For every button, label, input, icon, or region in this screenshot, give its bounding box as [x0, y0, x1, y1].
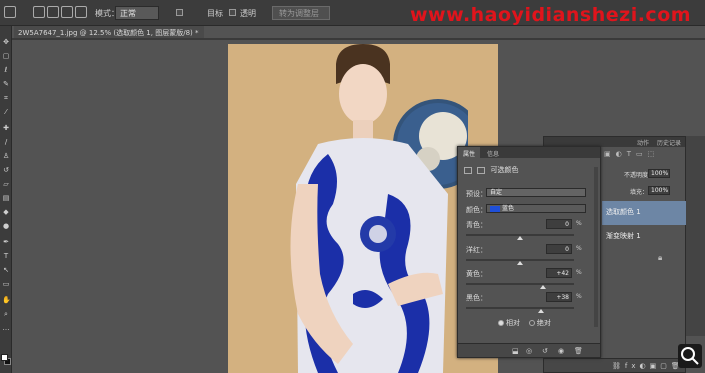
path-select-tool-icon[interactable]: ↖	[2, 266, 10, 274]
slider-unit: %	[576, 245, 582, 252]
right-dock-strip	[686, 136, 705, 336]
transparent-checkbox[interactable]	[229, 9, 236, 16]
slider-value-input[interactable]: +38	[546, 292, 572, 302]
slider-track[interactable]	[466, 307, 574, 309]
preset-select[interactable]: 自定	[486, 188, 586, 197]
layers-footer-icons[interactable]: ⛓fx◐▣▢🗑︎	[544, 358, 685, 372]
tool-preset-icon[interactable]	[4, 6, 16, 18]
stamp-tool-icon[interactable]: ♙	[2, 152, 10, 160]
slider-thumb[interactable]	[539, 285, 546, 289]
visibility-icon[interactable]: ◉	[558, 347, 564, 355]
slider-name: 洋红：	[466, 246, 487, 254]
options-bar: 模式： 正常 目标 透明 转为调整层 www.haoyidianshezi.co…	[0, 0, 705, 26]
absolute-label: 绝对	[536, 319, 551, 327]
properties-footer: ⬓ ◎ ↺ ◉ 🗑︎	[458, 343, 600, 357]
slider-name: 青色：	[466, 221, 487, 229]
type-tool-icon[interactable]: T	[2, 252, 10, 260]
pen-tool-icon[interactable]: ✒	[2, 238, 10, 246]
lock-icon: 🔒︎	[658, 253, 663, 262]
healing-tool-icon[interactable]: ✚	[2, 124, 10, 132]
tab-info[interactable]: 信息	[482, 147, 504, 160]
blue-swatch-icon	[490, 205, 500, 212]
history-brush-tool-icon[interactable]: ↺	[2, 166, 10, 174]
view-previous-icon[interactable]: ◎	[526, 347, 532, 355]
transparent-label: 透明	[240, 9, 256, 18]
slider-thumb[interactable]	[537, 309, 544, 313]
layer-filter-icons[interactable]: ▣◐T▭⬚	[604, 150, 659, 158]
zoom-tool-icon[interactable]: ⌕	[2, 310, 10, 318]
hand-tool-icon[interactable]: ✋	[2, 296, 11, 304]
relative-label: 相对	[506, 319, 520, 327]
fill-input[interactable]: 100%	[648, 186, 670, 195]
woman-in-qipao-image	[290, 44, 468, 373]
layer-item-gradient-map[interactable]: 渐变映射 1	[602, 225, 686, 249]
crop-tool-icon[interactable]: ⌗	[2, 94, 10, 102]
target-checkbox[interactable]	[176, 9, 183, 16]
eraser-tool-icon[interactable]: ▱	[2, 180, 10, 188]
convert-adjustment-button[interactable]: 转为调整层	[272, 6, 330, 20]
opacity-input[interactable]: 100%	[648, 169, 670, 178]
slider-thumb[interactable]	[517, 261, 523, 265]
subtract-selection-icon[interactable]	[61, 6, 73, 18]
move-tool-icon[interactable]: ✥	[2, 38, 10, 46]
dodge-tool-icon[interactable]: ●	[2, 222, 10, 230]
slider-value-input[interactable]: 0	[546, 219, 572, 229]
absolute-radio[interactable]	[528, 320, 535, 326]
intersect-selection-icon[interactable]	[75, 6, 87, 18]
slider-unit: %	[576, 269, 582, 276]
tab-history[interactable]: 历史记录	[657, 140, 681, 147]
slider-track[interactable]	[466, 283, 574, 285]
mode-select[interactable]: 正常	[115, 6, 159, 20]
adjustment-title: 可选颜色	[490, 166, 519, 174]
fill-label: 填充：	[630, 189, 649, 196]
mask-icon[interactable]	[477, 166, 486, 174]
brush-tool-icon[interactable]: /	[2, 138, 10, 146]
layer-item-label: 选取颜色 1	[606, 208, 641, 216]
gradient-tool-icon[interactable]: ▤	[2, 194, 10, 202]
tab-actions[interactable]: 动作	[637, 140, 649, 147]
quick-select-tool-icon[interactable]: ✎	[2, 80, 10, 88]
colors-value: 蓝色	[502, 205, 515, 212]
slider-value-input[interactable]: 0	[546, 244, 572, 254]
relative-radio[interactable]	[498, 320, 504, 326]
slider-thumb[interactable]	[517, 236, 523, 240]
tab-properties[interactable]: 属性	[458, 147, 481, 160]
lasso-tool-icon[interactable]: ℓ	[2, 66, 10, 74]
slider-unit: %	[576, 293, 582, 300]
properties-panel: 属性 信息 可选颜色 预设： 自定 颜色： 蓝色 青色： 0 % 洋红： 0 %	[457, 146, 601, 358]
slider-unit: %	[576, 220, 582, 227]
target-label: 目标	[207, 9, 223, 18]
properties-scrollbar[interactable]	[594, 167, 598, 327]
marquee-tool-icon[interactable]: ▢	[2, 52, 10, 60]
shape-tool-icon[interactable]: ▭	[2, 280, 10, 288]
layer-item-selective-color[interactable]: 选取颜色 1	[602, 201, 686, 225]
properties-header: 可选颜色	[464, 165, 518, 175]
watermark-text: www.haoyidianshezi.com	[410, 4, 692, 26]
foreground-color-swatch[interactable]	[1, 354, 8, 361]
clip-to-layer-icon[interactable]: ⬓	[512, 347, 519, 355]
blur-tool-icon[interactable]: ◆	[2, 208, 10, 216]
adjustment-icon	[464, 166, 472, 174]
preset-label: 预设：	[466, 190, 487, 198]
new-selection-icon[interactable]	[33, 6, 45, 18]
method-radio-group: 相对 绝对	[498, 318, 551, 328]
tools-panel: ✥ ▢ ℓ ✎ ⌗ ⁄ ✚ / ♙ ↺ ▱ ▤ ◆ ● ✒ T ↖ ▭ ✋ ⌕ …	[0, 26, 12, 373]
zoom-overlay-icon[interactable]	[678, 344, 702, 368]
delete-icon[interactable]: 🗑︎	[574, 347, 583, 355]
eyedropper-tool-icon[interactable]: ⁄	[2, 108, 10, 116]
colors-select[interactable]: 蓝色	[486, 204, 586, 213]
properties-panel-tabs: 属性 信息	[458, 147, 600, 160]
more-tools-icon[interactable]: …	[2, 324, 10, 332]
slider-black: 黑色： +38 %	[466, 292, 582, 321]
slider-name: 黄色：	[466, 270, 487, 278]
slider-name: 黑色：	[466, 294, 487, 302]
colors-label: 颜色：	[466, 206, 487, 214]
photoshop-window: 模式： 正常 目标 透明 转为调整层 www.haoyidianshezi.co…	[0, 0, 705, 373]
document-tab-bar	[12, 38, 705, 40]
document-tab[interactable]: 2W5A7647_1.jpg @ 12.5% (选取颜色 1, 图层蒙版/8) …	[14, 26, 204, 38]
slider-value-input[interactable]: +42	[546, 268, 572, 278]
layer-item-label: 渐变映射 1	[606, 232, 641, 240]
add-selection-icon[interactable]	[47, 6, 59, 18]
reset-icon[interactable]: ↺	[542, 347, 548, 355]
